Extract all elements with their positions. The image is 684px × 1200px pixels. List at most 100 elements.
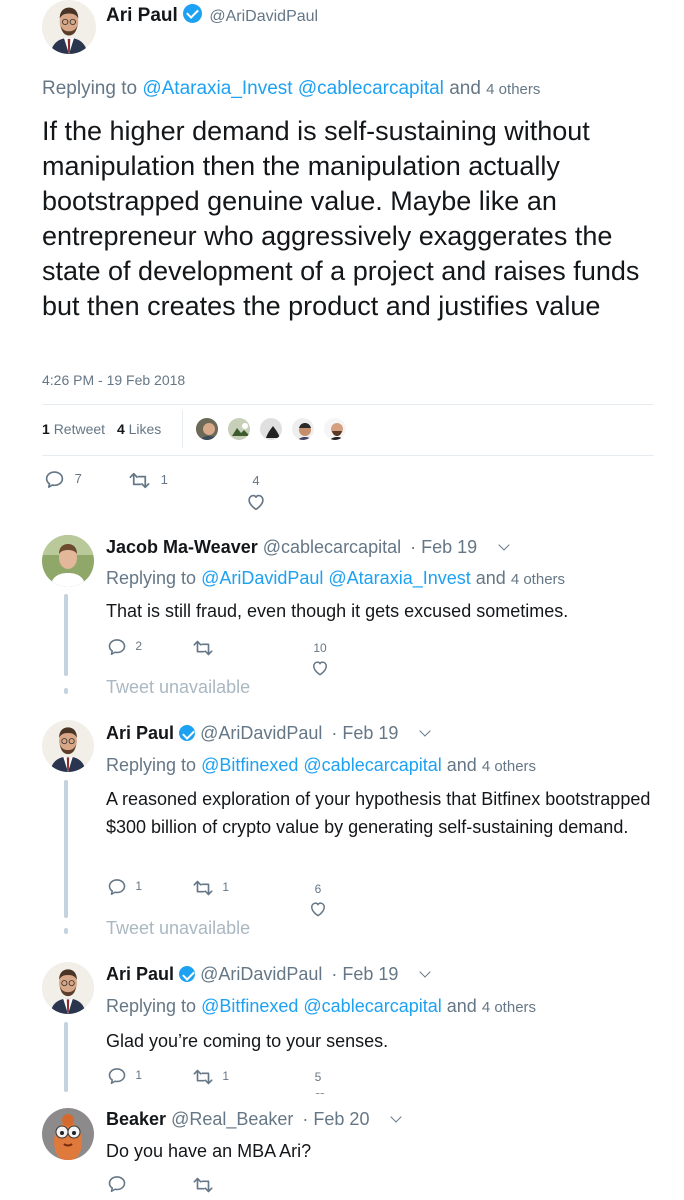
- heart-icon: [310, 658, 330, 678]
- chevron-down-icon[interactable]: [390, 1111, 403, 1123]
- reply-count: 1: [135, 879, 143, 894]
- like-button[interactable]: 6: [304, 882, 332, 922]
- reply-date[interactable]: · Feb 19: [331, 723, 398, 743]
- replying-users-link[interactable]: @Ataraxia_Invest @cablecarcapital: [142, 78, 444, 99]
- chevron-down-icon[interactable]: [498, 539, 510, 551]
- author-name[interactable]: Ari Paul: [106, 5, 178, 26]
- replying-users-link[interactable]: @AriDavidPaul @Ataraxia_Invest: [201, 568, 471, 588]
- like-count: 4: [252, 473, 260, 488]
- reply-header: Ari Paul @AriDavidPaul · Feb 19: [106, 723, 432, 744]
- reply-date[interactable]: · Feb 20: [302, 1109, 369, 1129]
- reply-button[interactable]: [107, 1174, 127, 1194]
- thread-line: [64, 688, 68, 694]
- chevron-down-icon[interactable]: [419, 966, 432, 978]
- reply-date[interactable]: · Feb 19: [331, 964, 398, 984]
- reply-count: 7: [74, 470, 82, 486]
- reply-header: Beaker @Real_Beaker · Feb 20: [106, 1109, 403, 1130]
- retweet-button[interactable]: [192, 637, 214, 659]
- thread-line: [64, 928, 68, 934]
- heart-icon: [308, 899, 328, 919]
- replying-label: Replying to: [42, 78, 138, 99]
- retweet-icon: [128, 469, 151, 492]
- retweet-stat[interactable]: 1 Retweet: [42, 421, 109, 437]
- liker-avatar[interactable]: [322, 416, 348, 442]
- like-button[interactable]: 5: [304, 1070, 332, 1084]
- author-name[interactable]: Jacob Ma-Weaver: [106, 537, 258, 557]
- retweet-count: 1: [222, 1069, 230, 1084]
- tweet-timestamp[interactable]: 4:26 PM - 19 Feb 2018: [42, 372, 185, 388]
- retweet-count: 1: [160, 471, 168, 487]
- engagement-divider: [182, 410, 183, 448]
- avatar-image: [42, 0, 96, 54]
- avatar[interactable]: [42, 962, 94, 1014]
- likes-stat[interactable]: 4 Likes: [117, 421, 161, 437]
- engagement-stats: 1 Retweet 4 Likes: [42, 421, 161, 437]
- reply-count: 2: [135, 639, 143, 654]
- retweet-button[interactable]: 1: [128, 469, 168, 493]
- verified-badge-icon: [179, 966, 196, 982]
- avatar[interactable]: [42, 1108, 94, 1160]
- author-name[interactable]: Beaker: [106, 1109, 166, 1129]
- retweet-label: Retweet: [53, 421, 106, 437]
- like-count: 6: [314, 882, 322, 896]
- replying-and: and: [475, 568, 506, 588]
- like-button[interactable]: 4: [242, 473, 270, 516]
- like-button[interactable]: 10: [306, 641, 334, 681]
- replying-label: Replying to: [106, 996, 197, 1016]
- reply-button[interactable]: 1: [107, 877, 142, 897]
- verified-badge-icon: [183, 4, 203, 23]
- retweet-icon: [192, 877, 214, 899]
- like-count: 10: [313, 641, 327, 655]
- retweet-button[interactable]: 1: [192, 1066, 229, 1088]
- replying-line: Replying to @Ataraxia_Invest @cablecarca…: [42, 78, 540, 100]
- replying-others-link[interactable]: 4 others: [482, 758, 536, 775]
- reply-date[interactable]: · Feb 19: [410, 537, 477, 557]
- divider: [42, 404, 654, 405]
- heart-icon: [245, 491, 267, 513]
- reply-header: Jacob Ma-Weaver @cablecarcapital · Feb 1…: [106, 537, 510, 558]
- avatar[interactable]: [42, 535, 94, 587]
- author-name[interactable]: Ari Paul: [106, 723, 174, 743]
- liker-avatar-image: [292, 418, 314, 440]
- retweet-button[interactable]: 1: [192, 877, 229, 899]
- tweet-unavailable: Tweet unavailable: [106, 918, 251, 938]
- avatar-image: [42, 1108, 94, 1160]
- author-name[interactable]: Ari Paul: [106, 964, 174, 984]
- chevron-down-icon[interactable]: [419, 725, 432, 737]
- avatar-image: [42, 962, 94, 1014]
- liker-avatar[interactable]: [258, 416, 284, 442]
- replying-and: and: [446, 996, 477, 1016]
- liker-avatar[interactable]: [226, 416, 252, 442]
- author-handle[interactable]: @cablecarcapital: [263, 537, 401, 557]
- liker-avatar-image: [324, 418, 346, 440]
- replying-and: and: [446, 755, 477, 775]
- retweet-count: 1: [222, 880, 230, 895]
- retweet-count: 1: [42, 421, 50, 437]
- avatar-image: [42, 720, 94, 772]
- replying-others-link[interactable]: 4 others: [482, 999, 536, 1016]
- replying-label: Replying to: [106, 755, 197, 775]
- reply-text: Glad you’re coming to your senses.: [106, 1031, 389, 1051]
- reply-icon: [44, 469, 65, 490]
- avatar[interactable]: [42, 0, 96, 54]
- reply-text: A reasoned exploration of your hypothesi…: [106, 789, 651, 837]
- replying-users-link[interactable]: @Bitfinexed @cablecarcapital: [201, 996, 442, 1016]
- replying-line: Replying to @Bitfinexed @cablecarcapital…: [106, 996, 536, 1017]
- author-handle[interactable]: @AriDavidPaul: [200, 723, 322, 743]
- verified-badge-icon: [179, 725, 196, 741]
- replying-others-link[interactable]: 4 others: [511, 571, 565, 588]
- liker-avatar[interactable]: [290, 416, 316, 442]
- author-handle[interactable]: @AriDavidPaul: [209, 8, 318, 25]
- reply-button[interactable]: 7: [44, 469, 82, 493]
- likes-label: Likes: [128, 421, 162, 437]
- replying-users-link[interactable]: @Bitfinexed @cablecarcapital: [201, 755, 442, 775]
- author-handle[interactable]: @Real_Beaker: [171, 1109, 293, 1129]
- retweet-button[interactable]: [192, 1174, 214, 1196]
- liker-avatar[interactable]: [194, 416, 220, 442]
- reply-button[interactable]: 1: [107, 1066, 142, 1086]
- author-handle[interactable]: @AriDavidPaul: [200, 964, 322, 984]
- reply-button[interactable]: 2: [107, 637, 142, 657]
- thread-line: [64, 1022, 68, 1092]
- avatar[interactable]: [42, 720, 94, 772]
- replying-others-link[interactable]: 4 others: [486, 81, 540, 98]
